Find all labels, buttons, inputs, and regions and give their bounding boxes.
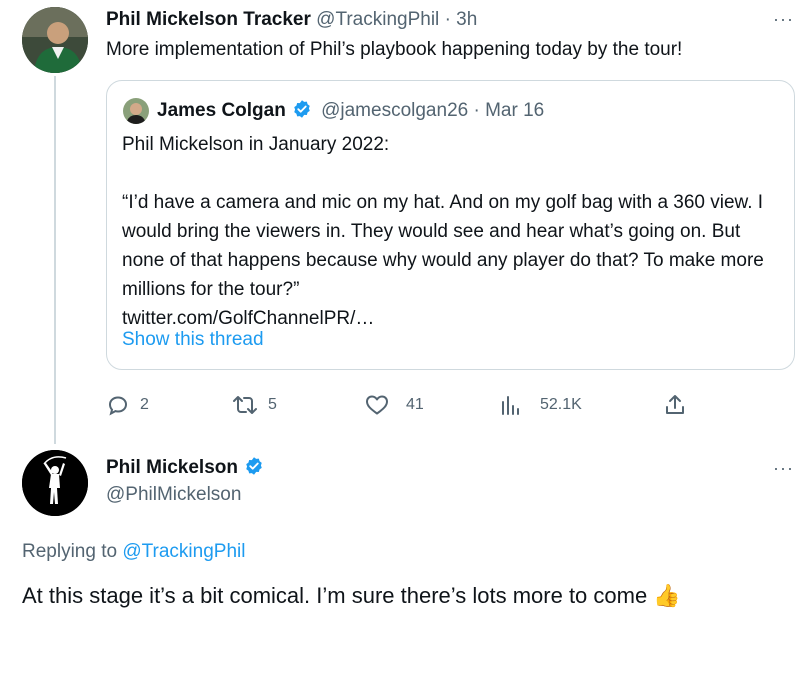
reply-text: At this stage it’s a bit comical. I’m su… — [22, 583, 648, 608]
ellipsis-icon[interactable]: ··· — [773, 10, 794, 28]
tweet-header: Phil Mickelson Tracker @TrackingPhil · 3… — [106, 9, 477, 31]
reply-header: Phil Mickelson — [106, 456, 264, 482]
thread-line — [54, 76, 56, 444]
reply-count: 2 — [140, 396, 149, 413]
quote-header: James Colgan @jamescolgan26 · Mar 16 — [157, 99, 544, 125]
like-count: 41 — [406, 396, 424, 413]
share-icon — [663, 395, 687, 421]
tracker-avatar[interactable] — [22, 7, 88, 73]
reply-button[interactable]: 2 — [106, 393, 149, 417]
tweet-time[interactable]: 3h — [456, 9, 477, 30]
separator-dot: · — [473, 100, 480, 121]
reply-icon — [106, 393, 130, 417]
like-button[interactable]: 41 — [364, 393, 424, 417]
retweet-count: 5 — [268, 396, 277, 413]
quote-text: Phil Mickelson in January 2022: “I’d hav… — [122, 134, 764, 329]
phil-avatar[interactable] — [22, 450, 88, 516]
verified-badge-icon — [292, 99, 312, 125]
quote-author-avatar[interactable] — [123, 98, 149, 124]
heart-icon — [364, 393, 390, 417]
retweet-button[interactable]: 5 — [232, 393, 277, 417]
reply-author-handle[interactable]: @PhilMickelson — [106, 484, 241, 506]
author-name[interactable]: Phil Mickelson Tracker — [106, 9, 311, 30]
replying-to-link[interactable]: @TrackingPhil — [122, 541, 245, 562]
replying-to-line: Replying to @TrackingPhil — [22, 541, 245, 563]
separator-dot: · — [444, 9, 451, 30]
retweet-icon — [232, 393, 258, 417]
quote-author-name[interactable]: James Colgan — [157, 100, 286, 121]
share-button[interactable] — [663, 393, 687, 422]
author-handle[interactable]: @TrackingPhil — [316, 9, 439, 30]
views-icon — [500, 393, 522, 417]
verified-badge-icon — [244, 456, 264, 482]
tweet-text: More implementation of Phil’s playbook h… — [106, 39, 683, 60]
views-count: 52.1K — [540, 396, 582, 413]
quote-date[interactable]: Mar 16 — [485, 100, 544, 121]
reply-author-name[interactable]: Phil Mickelson — [106, 457, 238, 478]
reply-body: At this stage it’s a bit comical. I’m su… — [22, 583, 681, 609]
thumbs-up-emoji: 👍 — [653, 583, 681, 608]
show-thread-link[interactable]: Show this thread — [122, 329, 264, 351]
views-button[interactable]: 52.1K — [500, 393, 582, 417]
quote-author-handle[interactable]: @jamescolgan26 — [321, 100, 468, 121]
ellipsis-icon[interactable]: ··· — [773, 459, 794, 477]
replying-prefix: Replying to — [22, 541, 118, 562]
